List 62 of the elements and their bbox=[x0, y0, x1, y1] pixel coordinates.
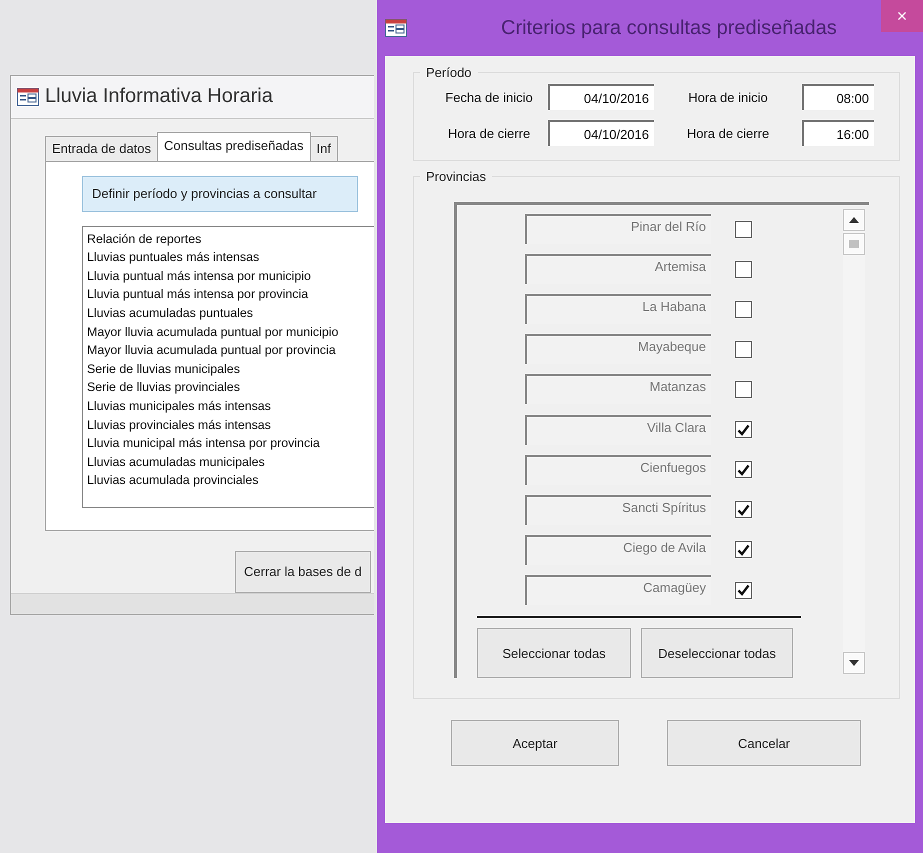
report-list-item[interactable]: Lluvia puntual más intensa por provincia bbox=[87, 285, 370, 304]
field-label: Hora de cierre bbox=[446, 126, 532, 140]
report-list-item[interactable]: Lluvia puntual más intensa por municipio bbox=[87, 266, 370, 286]
dialog-title: Criterios para consultas prediseñadas bbox=[501, 16, 837, 40]
province-field: Artemisa bbox=[525, 254, 711, 284]
field-label: Hora de inicio bbox=[687, 90, 769, 104]
province-field: Ciego de Avila bbox=[525, 534, 711, 565]
field-label: Hora de cierre bbox=[686, 126, 770, 140]
cancel-button[interactable]: Cancelar bbox=[667, 720, 861, 766]
scroll-thumb[interactable] bbox=[843, 233, 865, 255]
tab[interactable]: Inf bbox=[310, 136, 338, 161]
deselect-all-button[interactable]: Deseleccionar todas bbox=[641, 628, 793, 678]
date-field[interactable]: 04/10/2016 bbox=[548, 120, 654, 146]
province-field: Pinar del Río bbox=[525, 214, 711, 244]
tab[interactable]: Consultas prediseñadas bbox=[157, 132, 311, 161]
report-list-item[interactable]: Lluvias acumulada provinciales bbox=[87, 471, 370, 490]
checkbox[interactable] bbox=[735, 220, 752, 238]
report-list-item[interactable]: Relación de reportes bbox=[87, 230, 370, 248]
time-field[interactable]: 16:00 bbox=[802, 120, 874, 146]
checkbox[interactable] bbox=[735, 541, 752, 558]
scroll-up-icon[interactable] bbox=[843, 209, 865, 231]
checkbox[interactable] bbox=[735, 380, 752, 398]
date-field[interactable]: 04/10/2016 bbox=[548, 84, 654, 110]
checkbox[interactable] bbox=[735, 260, 752, 278]
province-field: Villa Clara bbox=[525, 414, 711, 445]
province-field: La Habana bbox=[525, 294, 711, 324]
group-legend: Provincias bbox=[420, 169, 492, 184]
report-list-item[interactable]: Lluvias provinciales más intensas bbox=[87, 416, 370, 434]
window-title: Lluvia Informativa Horaria bbox=[45, 85, 273, 108]
define-period-button[interactable]: Definir período y provincias a consultar bbox=[82, 176, 358, 212]
tab[interactable]: Entrada de datos bbox=[45, 136, 158, 161]
report-list-item[interactable]: Mayor lluvia acumulada puntual por provincia bbox=[87, 341, 370, 360]
report-list-item[interactable]: Lluvias acumuladas municipales bbox=[87, 452, 370, 472]
checkbox[interactable] bbox=[735, 501, 752, 518]
report-list-item[interactable]: Serie de lluvias provinciales bbox=[87, 378, 370, 397]
scrollbar[interactable] bbox=[843, 209, 865, 674]
checkbox[interactable] bbox=[735, 300, 752, 318]
checkbox[interactable] bbox=[735, 461, 752, 478]
province-field: Sancti Spíritus bbox=[525, 494, 711, 525]
province-field: Mayabeque bbox=[525, 334, 711, 364]
report-list-item[interactable]: Lluvias municipales más intensas bbox=[87, 396, 370, 416]
time-field[interactable]: 08:00 bbox=[802, 84, 874, 110]
report-list-item[interactable]: Serie de lluvias municipales bbox=[87, 360, 370, 378]
report-list-item[interactable]: Mayor lluvia acumulada puntual por municipio bbox=[87, 322, 370, 342]
close-button[interactable]: × bbox=[881, 0, 923, 32]
group-legend: Período bbox=[420, 65, 478, 80]
select-all-button[interactable]: Seleccionar todas bbox=[477, 628, 631, 678]
checkbox[interactable] bbox=[735, 340, 752, 358]
checkbox[interactable] bbox=[735, 421, 752, 438]
province-field: Camagüey bbox=[525, 575, 711, 606]
report-list-item[interactable]: Lluvias puntuales más intensas bbox=[87, 248, 370, 267]
form-icon bbox=[17, 88, 39, 106]
form-icon bbox=[385, 19, 407, 37]
close-database-button[interactable]: Cerrar la bases de d bbox=[235, 550, 371, 593]
province-field: Matanzas bbox=[525, 374, 711, 404]
report-list-item[interactable]: Lluvia municipal más intensa por provincia bbox=[87, 434, 370, 453]
checkbox[interactable] bbox=[735, 582, 752, 599]
province-field: Cienfuegos bbox=[525, 454, 711, 485]
scroll-down-icon[interactable] bbox=[843, 652, 865, 674]
report-list-item[interactable]: Lluvias acumuladas puntuales bbox=[87, 304, 370, 323]
field-label: Fecha de inicio bbox=[444, 90, 534, 104]
accept-button[interactable]: Aceptar bbox=[451, 720, 619, 766]
